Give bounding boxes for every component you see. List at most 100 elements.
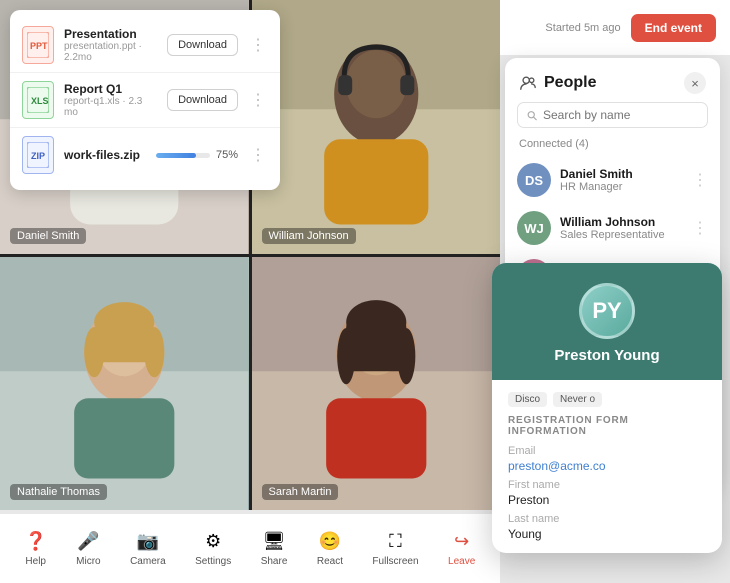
file-item-ppt: PPT Presentation presentation.ppt · 2.2m…	[10, 18, 280, 73]
xls-more-button[interactable]: ⋮	[248, 90, 268, 110]
zip-file-name: work-files.zip	[64, 148, 146, 162]
profile-name: Preston Young	[554, 347, 659, 364]
william-video-bg	[252, 0, 501, 254]
william-person-name: William Johnson	[560, 215, 683, 229]
people-close-button[interactable]: ×	[684, 72, 706, 94]
ppt-more-button[interactable]: ⋮	[248, 35, 268, 55]
people-search-input[interactable]	[543, 108, 698, 122]
people-search-container	[517, 102, 708, 128]
toolbar-help[interactable]: ❓ Help	[17, 525, 55, 573]
profile-card-header: PY Preston Young	[492, 263, 722, 380]
daniel-name: Daniel Smith	[17, 230, 79, 242]
xls-file-meta: report-q1.xls · 2.3 mo	[64, 96, 157, 118]
connected-label: Connected (4)	[505, 138, 720, 156]
search-icon	[527, 109, 537, 122]
sarah-video-bg	[252, 257, 501, 511]
person-row-daniel[interactable]: DS Daniel Smith HR Manager ⋮	[505, 156, 720, 204]
video-cell-sarah: Sarah Martin	[252, 257, 501, 511]
profile-tags: Disco Never o	[508, 392, 706, 407]
toolbar: ❓ Help 🎤 Micro 📷 Camera ⚙ Settings 🖥 Sha…	[0, 513, 500, 583]
toolbar-fullscreen[interactable]: ⛶ Fullscreen	[364, 525, 426, 573]
zip-progress-container: 75%	[156, 149, 238, 161]
help-label: Help	[25, 556, 46, 567]
toolbar-micro[interactable]: 🎤 Micro	[68, 525, 108, 573]
nathalie-label: Nathalie Thomas	[10, 484, 107, 500]
toolbar-settings[interactable]: ⚙ Settings	[187, 525, 239, 573]
header-bar: Started 5m ago End event	[490, 0, 730, 55]
xls-download-button[interactable]: Download	[167, 89, 238, 111]
email-field-value: preston@acme.co	[508, 459, 706, 473]
react-icon: 😊	[319, 531, 341, 553]
camera-label: Camera	[130, 556, 166, 567]
nathalie-name: Nathalie Thomas	[17, 486, 100, 498]
william-more-button[interactable]: ⋮	[692, 218, 708, 238]
share-label: Share	[261, 556, 288, 567]
ppt-file-info: Presentation presentation.ppt · 2.2mo	[64, 27, 157, 63]
last-name-field-label: Last name	[508, 513, 706, 525]
profile-tag-disco: Disco	[508, 392, 547, 407]
svg-text:ZIP: ZIP	[31, 151, 45, 161]
zip-icon: ZIP	[22, 136, 54, 174]
xls-file-name: Report Q1	[64, 82, 157, 96]
daniel-avatar: DS	[517, 163, 551, 197]
daniel-details: Daniel Smith HR Manager	[560, 167, 683, 193]
william-avatar: WJ	[517, 211, 551, 245]
micro-label: Micro	[76, 556, 100, 567]
fullscreen-icon: ⛶	[384, 531, 406, 553]
william-name: William Johnson	[269, 230, 349, 242]
file-item-zip: ZIP work-files.zip 75% ⋮	[10, 128, 280, 182]
william-details: William Johnson Sales Representative	[560, 215, 683, 241]
zip-progress-fill	[156, 153, 196, 158]
daniel-person-name: Daniel Smith	[560, 167, 683, 181]
toolbar-share[interactable]: 🖥 Share	[253, 525, 296, 573]
first-name-field-value: Preston	[508, 493, 706, 507]
first-name-field-label: First name	[508, 479, 706, 491]
settings-label: Settings	[195, 556, 231, 567]
toolbar-leave[interactable]: ↪ Leave	[440, 525, 483, 573]
people-header: People ×	[505, 58, 720, 102]
camera-icon: 📷	[137, 531, 159, 553]
person-row-william[interactable]: WJ William Johnson Sales Representative …	[505, 204, 720, 252]
zip-progress-bar	[156, 153, 210, 158]
settings-icon: ⚙	[202, 531, 224, 553]
ppt-file-meta: presentation.ppt · 2.2mo	[64, 41, 157, 63]
profile-tag-nevero: Never o	[553, 392, 602, 407]
william-person-role: Sales Representative	[560, 229, 683, 241]
sarah-name: Sarah Martin	[269, 486, 332, 498]
video-cell-nathalie: Nathalie Thomas	[0, 257, 249, 511]
reg-form-title: REGISTRATION FORM INFORMATION	[508, 415, 706, 437]
people-title-row: People	[519, 74, 596, 92]
profile-card: PY Preston Young Disco Never o REGISTRAT…	[492, 263, 722, 553]
profile-body: Disco Never o REGISTRATION FORM INFORMAT…	[492, 380, 722, 553]
people-title: People	[544, 74, 596, 92]
ppt-icon: PPT	[22, 26, 54, 64]
help-icon: ❓	[25, 531, 47, 553]
email-field-label: Email	[508, 445, 706, 457]
ppt-download-button[interactable]: Download	[167, 34, 238, 56]
daniel-label: Daniel Smith	[10, 228, 86, 244]
fullscreen-label: Fullscreen	[372, 556, 418, 567]
end-event-button[interactable]: End event	[631, 14, 716, 42]
zip-more-button[interactable]: ⋮	[248, 145, 268, 165]
zip-progress-text: 75%	[216, 149, 238, 161]
ppt-file-name: Presentation	[64, 27, 157, 41]
micro-icon: 🎤	[77, 531, 99, 553]
profile-avatar: PY	[579, 283, 635, 339]
toolbar-react[interactable]: 😊 React	[309, 525, 351, 573]
daniel-person-role: HR Manager	[560, 181, 683, 193]
xls-file-info: Report Q1 report-q1.xls · 2.3 mo	[64, 82, 157, 118]
sarah-label: Sarah Martin	[262, 484, 339, 500]
xls-icon: XLS	[22, 81, 54, 119]
started-text: Started 5m ago	[545, 22, 620, 34]
video-cell-william: William Johnson	[252, 0, 501, 254]
toolbar-camera[interactable]: 📷 Camera	[122, 525, 174, 573]
leave-label: Leave	[448, 556, 475, 567]
william-label: William Johnson	[262, 228, 356, 244]
svg-text:XLS: XLS	[31, 96, 49, 106]
last-name-field-value: Young	[508, 527, 706, 541]
daniel-more-button[interactable]: ⋮	[692, 170, 708, 190]
zip-file-info: work-files.zip	[64, 148, 146, 162]
people-icon	[519, 74, 537, 92]
leave-icon: ↪	[451, 531, 473, 553]
svg-text:PPT: PPT	[30, 41, 48, 51]
